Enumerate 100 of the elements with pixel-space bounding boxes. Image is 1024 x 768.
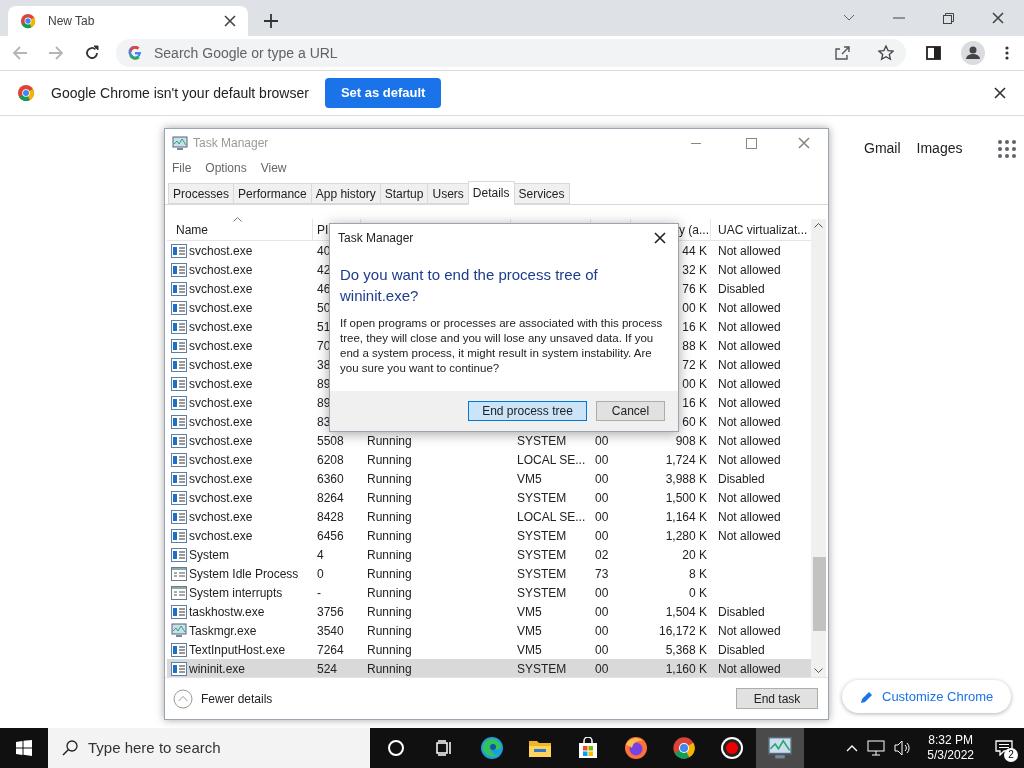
table-cell-text: svchost.exe: [189, 470, 253, 488]
table-cell-text: Disabled: [718, 641, 765, 659]
table-cell-text: 1,280 K: [665, 527, 707, 545]
table-cell-text: Disabled: [718, 280, 765, 298]
table-cell-text: SYSTEM: [517, 584, 567, 602]
table-cell-text: Not allowed: [718, 299, 781, 317]
dialog-message: If open programs or processes are associated with this process tree, they will close and you will lose any unsaved data. If you end a system process, it might result in system instability. Are you sure you want to continue?: [340, 316, 664, 376]
table-cell-text: System: [189, 546, 229, 564]
table-cell-text: 6360: [317, 470, 344, 488]
table-cell-text: Not allowed: [718, 451, 781, 469]
table-cell-text: Not allowed: [718, 261, 781, 279]
table-cell-text: 00: [595, 603, 609, 621]
table-cell-text: Not allowed: [718, 527, 781, 545]
table-cell-text: 0: [317, 565, 324, 583]
table-cell-text: Running: [367, 527, 412, 545]
table-cell-text: svchost.exe: [189, 261, 253, 279]
table-cell-text: 00: [595, 432, 609, 450]
table-cell-text: 4: [317, 546, 324, 564]
table-cell-text: svchost.exe: [189, 337, 253, 355]
table-cell-text: 00: [595, 470, 609, 488]
table-cell-text: 00: [595, 527, 609, 545]
table-cell-text: Running: [367, 565, 412, 583]
table-cell-text: 00: [595, 660, 609, 677]
infobar-message: Google Chrome isn't your default browser: [51, 83, 309, 103]
table-cell-text: Not allowed: [718, 242, 781, 260]
table-cell-text: wininit.exe: [189, 660, 246, 677]
table-cell-text: VM5: [517, 470, 542, 488]
table-cell-text: SYSTEM: [517, 489, 567, 507]
table-cell-text: Not allowed: [718, 375, 781, 393]
table-cell-text: 51: [317, 318, 331, 336]
table-cell-text: Running: [367, 660, 412, 677]
table-cell-text: VM5: [517, 622, 542, 640]
table-cell-text: LOCAL SE...: [517, 508, 586, 526]
table-cell-text: 6456: [317, 527, 344, 545]
table-cell-text: 00 K: [682, 299, 707, 317]
table-cell-text: 1,724 K: [665, 451, 707, 469]
table-cell-text: Running: [367, 489, 412, 507]
table-cell-text: 00: [595, 451, 609, 469]
table-cell-text: 8 K: [689, 565, 707, 583]
table-cell-text: 3,988 K: [665, 470, 707, 488]
table-cell-text: Not allowed: [718, 622, 781, 640]
table-cell-text: SYSTEM: [517, 432, 567, 450]
table-cell-text: svchost.exe: [189, 489, 253, 507]
table-cell-text: 00: [595, 584, 609, 602]
table-cell-text: VM5: [517, 641, 542, 659]
table-cell-text: -: [317, 584, 321, 602]
table-cell-text: VM5: [517, 603, 542, 621]
table-cell-text: 00: [595, 489, 609, 507]
table-cell-text: 8264: [317, 489, 344, 507]
table-cell-text: 44 K: [682, 242, 707, 260]
table-cell-text: svchost.exe: [189, 413, 253, 431]
table-cell-text: 73: [595, 565, 609, 583]
table-cell-text: svchost.exe: [189, 432, 253, 450]
table-cell-text: svchost.exe: [189, 375, 253, 393]
table-cell-text: 60 K: [682, 413, 707, 431]
table-cell-text: 16 K: [682, 394, 707, 412]
table-cell-text: TextInputHost.exe: [189, 641, 286, 659]
table-cell-text: SYSTEM: [517, 546, 567, 564]
table-cell-text: Not allowed: [718, 660, 781, 677]
table-cell-text: Running: [367, 641, 412, 659]
table-cell-text: Running: [367, 432, 412, 450]
table-cell-text: Running: [367, 584, 412, 602]
table-cell-text: 16 K: [682, 318, 707, 336]
table-cell-text: Running: [367, 603, 412, 621]
table-cell-text: Not allowed: [718, 489, 781, 507]
table-cell-text: 1,500 K: [665, 489, 707, 507]
table-cell-text: Not allowed: [718, 413, 781, 431]
table-cell-text: Running: [367, 470, 412, 488]
table-cell-text: svchost.exe: [189, 451, 253, 469]
table-cell-text: 8428: [317, 508, 344, 526]
dialog-heading: Do you want to end the process tree of wininit.exe?: [340, 265, 599, 306]
notification-count: 2: [1004, 748, 1018, 762]
table-cell-text: Not allowed: [718, 337, 781, 355]
table-cell-text: svchost.exe: [189, 318, 253, 336]
table-cell-text: 5,368 K: [665, 641, 707, 659]
table-cell-text: SYSTEM: [517, 527, 567, 545]
table-cell-text: Running: [367, 451, 412, 469]
table-cell-text: 00: [595, 508, 609, 526]
table-cell-text: Running: [367, 546, 412, 564]
table-cell-text: 02: [595, 546, 609, 564]
table-cell-text: 1,160 K: [665, 660, 707, 677]
table-cell-text: Not allowed: [718, 432, 781, 450]
dialog-title: Task Manager: [338, 230, 414, 247]
table-cell-text: 3540: [317, 622, 344, 640]
table-cell-text: svchost.exe: [189, 527, 253, 545]
table-cell-text: Taskmgr.exe: [189, 622, 257, 640]
table-cell-text: svchost.exe: [189, 280, 253, 298]
table-cell-text: 32 K: [682, 261, 707, 279]
table-cell-text: SYSTEM: [517, 565, 567, 583]
table-cell-text: Disabled: [718, 603, 765, 621]
table-cell-text: 524: [317, 660, 338, 677]
table-cell-text: Running: [367, 508, 412, 526]
table-cell-text: svchost.exe: [189, 299, 253, 317]
window-title: Task Manager: [193, 135, 269, 152]
table-cell-text: 1,504 K: [665, 603, 707, 621]
table-cell-text: taskhostw.exe: [189, 603, 265, 621]
table-cell-text: 6208: [317, 451, 344, 469]
table-cell-text: 908 K: [675, 432, 707, 450]
table-cell-text: 3756: [317, 603, 344, 621]
table-cell-text: Not allowed: [718, 508, 781, 526]
